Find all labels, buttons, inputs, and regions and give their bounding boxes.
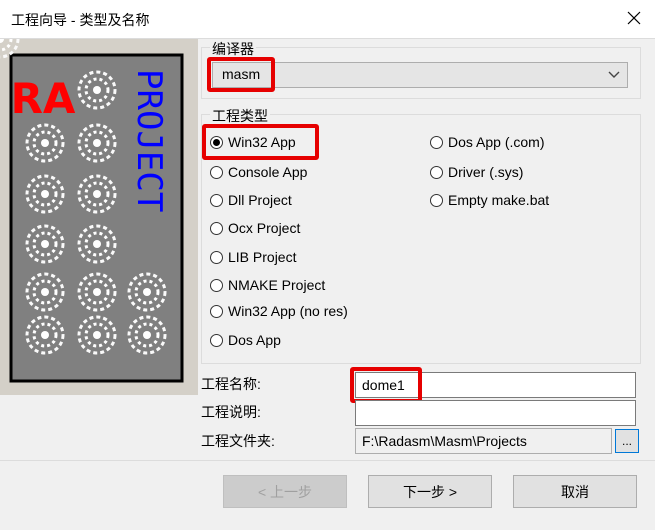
radio-indicator (430, 193, 443, 207)
close-button[interactable] (620, 4, 648, 32)
cancel-button[interactable]: 取消 (513, 475, 637, 508)
project-name-label: 工程名称: (201, 376, 261, 392)
banner-text: PROJECT (129, 69, 169, 212)
radio-indicator (210, 165, 223, 179)
radio-dos-app[interactable]: Dos App (210, 332, 281, 348)
radio-indicator (210, 250, 223, 264)
project-desc-label: 工程说明: (201, 404, 261, 420)
radio-empty-make-bat[interactable]: Empty make.bat (430, 192, 549, 208)
radio-ocx-project[interactable]: Ocx Project (210, 220, 300, 236)
radio-dll-project[interactable]: Dll Project (210, 192, 292, 208)
radio-nmake-project[interactable]: NMAKE Project (210, 277, 325, 293)
browse-folder-button[interactable]: ... (615, 429, 639, 453)
radio-indicator (430, 165, 443, 179)
project-folder-input[interactable]: F:\Radasm\Masm\Projects (355, 428, 612, 454)
radio-lib-project[interactable]: LIB Project (210, 249, 296, 265)
compiler-highlight (207, 57, 275, 92)
window-title: 工程向导 - 类型及名称 (11, 12, 150, 28)
radio-indicator (210, 278, 223, 292)
close-icon (627, 11, 641, 25)
back-button[interactable]: < 上一步 (223, 475, 347, 508)
project-desc-input[interactable] (355, 400, 636, 426)
radio-indicator (210, 333, 223, 347)
project-type-highlight (202, 124, 319, 160)
next-button[interactable]: 下一步 > (368, 475, 492, 508)
radio-indicator (210, 193, 223, 207)
radio-indicator (210, 304, 223, 318)
button-separator (0, 460, 655, 461)
compiler-group-label: 编译器 (210, 39, 256, 59)
banner-logo: RA (11, 74, 76, 123)
project-folder-label: 工程文件夹: (201, 433, 275, 449)
chevron-down-icon (608, 71, 620, 78)
radio-console-app[interactable]: Console App (210, 164, 307, 180)
radio-win32-app-no-res[interactable]: Win32 App (no res) (210, 303, 348, 319)
radio-driver-sys[interactable]: Driver (.sys) (430, 164, 523, 180)
radio-indicator (430, 135, 443, 149)
project-banner-image: RA PROJECT (0, 39, 198, 395)
project-name-highlight (350, 367, 422, 403)
radio-indicator (210, 221, 223, 235)
project-type-group-label: 工程类型 (210, 106, 270, 126)
radio-dos-app-com[interactable]: Dos App (.com) (430, 134, 544, 150)
